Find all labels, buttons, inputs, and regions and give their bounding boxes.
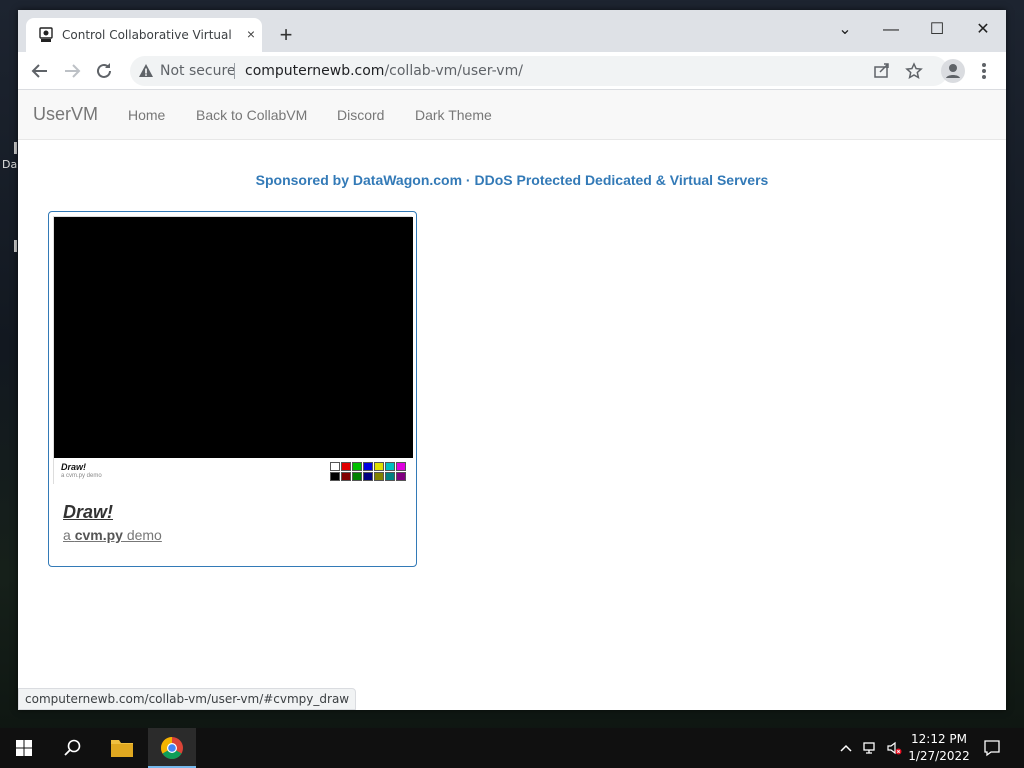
- maximize-button[interactable]: ☐: [922, 16, 952, 44]
- tab-close-icon[interactable]: ×: [242, 25, 260, 43]
- url-text[interactable]: computernewb.com/collab-vm/user-vm/: [245, 63, 523, 79]
- reload-icon[interactable]: [93, 60, 115, 82]
- profile-avatar-icon[interactable]: [941, 59, 965, 83]
- tab-search-button[interactable]: ⌄: [830, 16, 860, 44]
- tab-title: Control Collaborative Virtual Ma: [62, 28, 236, 42]
- clock-date: 1/27/2022: [908, 749, 970, 763]
- url-domain: computernewb.com: [245, 63, 385, 79]
- url-path: /collab-vm/user-vm/: [384, 63, 523, 79]
- network-icon[interactable]: [862, 740, 878, 756]
- new-tab-button[interactable]: +: [276, 24, 296, 46]
- bookmark-star-icon[interactable]: [905, 62, 923, 80]
- palette-swatch: [374, 472, 384, 481]
- nav-link-home[interactable]: Home: [128, 107, 165, 123]
- nav-link-dark-theme[interactable]: Dark Theme: [415, 107, 492, 123]
- vm-card-title[interactable]: Draw!: [63, 502, 113, 523]
- collabvm-favicon-icon: [39, 27, 53, 42]
- vm-screen-preview: [54, 217, 413, 458]
- palette-swatch: [385, 472, 395, 481]
- palette-swatch: [396, 472, 406, 481]
- back-arrow-icon[interactable]: [29, 60, 51, 82]
- minimize-button[interactable]: —: [876, 16, 906, 44]
- palette-swatch: [374, 462, 384, 471]
- volume-muted-icon[interactable]: [886, 740, 902, 756]
- palette-swatch: [396, 462, 406, 471]
- desc-suffix: demo: [122, 527, 162, 543]
- palette-swatch: [352, 472, 362, 481]
- browser-toolbar: Not secure computernewb.com/collab-vm/us…: [18, 52, 1006, 90]
- system-clock[interactable]: 12:12 PM 1/27/2022: [906, 731, 972, 765]
- desktop-mark: [14, 142, 17, 154]
- thumbnail-toolbar: Draw! a cvm.py demo: [54, 458, 413, 485]
- color-palette: [330, 462, 406, 482]
- vm-thumbnail[interactable]: Draw! a cvm.py demo: [53, 216, 413, 485]
- chevron-up-icon[interactable]: [838, 740, 854, 756]
- clock-time: 12:12 PM: [911, 732, 967, 746]
- tab-strip: Control Collaborative Virtual Ma × + ⌄ —…: [18, 10, 1006, 52]
- person-icon: [946, 64, 960, 78]
- notification-icon[interactable]: [982, 738, 1002, 758]
- palette-swatch: [363, 462, 373, 471]
- thumbnail-subtitle: a cvm.py demo: [61, 473, 102, 479]
- share-icon[interactable]: [873, 62, 891, 80]
- page-content: UserVM Home Back to CollabVM Discord Dar…: [18, 90, 1006, 710]
- file-explorer-button[interactable]: [98, 728, 146, 768]
- palette-swatch: [341, 472, 351, 481]
- search-button[interactable]: [48, 728, 96, 768]
- sponsor-link[interactable]: Sponsored by DataWagon.com · DDoS Protec…: [18, 172, 1006, 188]
- warning-icon[interactable]: [138, 63, 154, 79]
- palette-swatch: [330, 462, 340, 471]
- windows-taskbar: 12:12 PM 1/27/2022: [0, 728, 1024, 768]
- palette-swatch: [341, 462, 351, 471]
- omnibox-divider: [234, 63, 235, 79]
- close-window-button[interactable]: ✕: [968, 16, 998, 44]
- palette-swatch: [330, 472, 340, 481]
- palette-swatch: [385, 462, 395, 471]
- chrome-taskbar-button[interactable]: [148, 728, 196, 768]
- vm-card-description[interactable]: a cvm.py demo: [63, 527, 162, 543]
- address-bar[interactable]: Not secure computernewb.com/collab-vm/us…: [130, 56, 948, 86]
- browser-window: Control Collaborative Virtual Ma × + ⌄ —…: [18, 10, 1006, 710]
- palette-swatch: [363, 472, 373, 481]
- desktop-mark: [14, 240, 17, 252]
- desktop-icon-label: Da: [2, 158, 18, 171]
- vm-card[interactable]: Draw! a cvm.py demo Draw! a cvm.py demo: [48, 211, 417, 567]
- folder-icon: [111, 740, 133, 757]
- chrome-icon: [161, 737, 183, 759]
- start-button[interactable]: [0, 728, 48, 768]
- site-navbar: UserVM Home Back to CollabVM Discord Dar…: [18, 90, 1006, 140]
- desc-prefix: a: [63, 527, 75, 543]
- link-status-bar: computernewb.com/collab-vm/user-vm/#cvmp…: [18, 688, 357, 710]
- forward-arrow-icon[interactable]: [61, 60, 83, 82]
- not-secure-label[interactable]: Not secure: [160, 63, 236, 79]
- browser-tab[interactable]: Control Collaborative Virtual Ma ×: [26, 18, 262, 52]
- thumbnail-title: Draw!: [61, 462, 87, 472]
- browser-menu-icon[interactable]: [976, 60, 992, 82]
- search-icon: [64, 739, 81, 756]
- nav-link-back-to-collabvm[interactable]: Back to CollabVM: [196, 107, 307, 123]
- brand-link[interactable]: UserVM: [33, 104, 98, 125]
- desc-strong: cvm.py: [74, 527, 123, 543]
- palette-swatch: [352, 462, 362, 471]
- windows-logo-icon: [16, 740, 32, 756]
- nav-link-discord[interactable]: Discord: [337, 107, 384, 123]
